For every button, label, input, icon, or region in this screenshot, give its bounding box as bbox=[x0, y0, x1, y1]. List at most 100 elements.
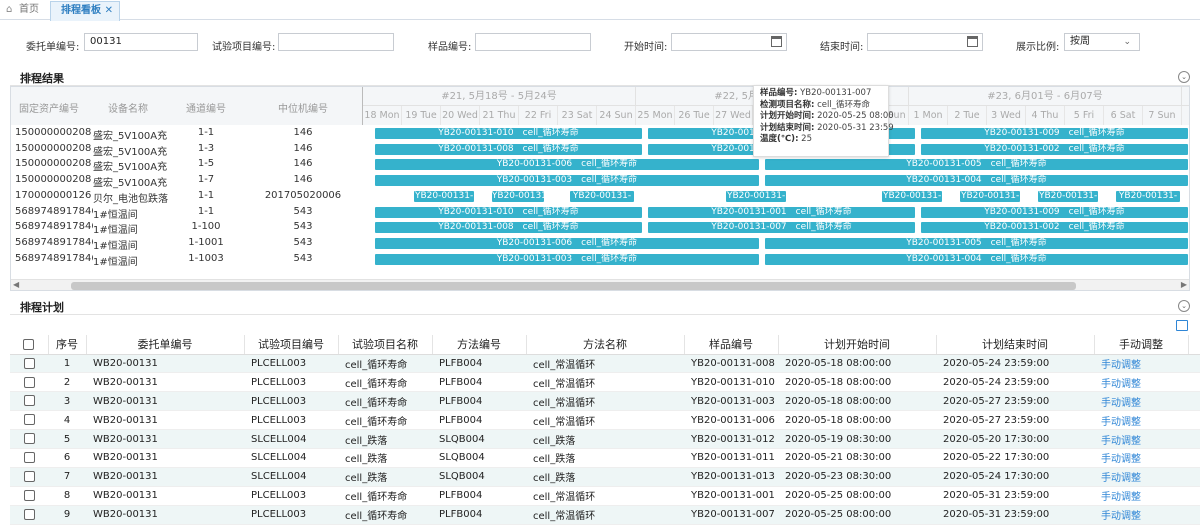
table-cell: 2020-05-18 08:00:00 bbox=[778, 354, 936, 374]
gantt-bar[interactable]: YB20-00131-005 cell_循环寿命 bbox=[764, 159, 1188, 171]
gantt-cell-asset: 150000000208 bbox=[15, 158, 92, 170]
table-row[interactable]: 3 WB20-00131 PLCELL003 cell_循环寿命 PLFB004 cell… bbox=[10, 391, 1200, 412]
gantt-bar[interactable]: YB20-00131-009 cell_循环寿命 bbox=[920, 128, 1188, 139]
gantt-row[interactable]: 150000000208 盛宏_5V100A充 1-1 146 bbox=[11, 126, 363, 142]
gantt-bar[interactable]: YB20-00131- bbox=[881, 190, 943, 202]
end-time-input[interactable] bbox=[867, 33, 983, 51]
row-select[interactable] bbox=[10, 448, 48, 468]
gantt-bar[interactable]: YB20-00131-002 cell_循环寿命 bbox=[920, 222, 1188, 234]
row-select[interactable] bbox=[10, 467, 48, 487]
gantt-bar[interactable]: YB20-00131-001 cell_循环寿命 bbox=[647, 206, 915, 218]
gantt-bar[interactable]: YB20-00131-003 cell_循环寿命 bbox=[374, 175, 759, 187]
tab-schedule-board[interactable]: 排程看板 ✕ bbox=[50, 1, 120, 21]
row-checkbox[interactable] bbox=[23, 395, 35, 407]
row-checkbox[interactable] bbox=[23, 376, 35, 388]
gantt-bar[interactable]: YB20-00131-002 cell_循环寿命 bbox=[920, 143, 1188, 155]
row-select[interactable] bbox=[10, 372, 48, 393]
table-row[interactable]: 1 WB20-00131 PLCELL003 cell_循环寿命 PLFB004 cell… bbox=[10, 354, 1200, 374]
collapse-icon[interactable]: ⌄ bbox=[1178, 300, 1190, 312]
select-all[interactable] bbox=[10, 335, 49, 355]
row-checkbox[interactable] bbox=[23, 414, 35, 426]
gantt-row[interactable]: 150000000208 盛宏_5V100A充 1-7 146 bbox=[11, 173, 363, 189]
row-checkbox[interactable] bbox=[23, 471, 35, 483]
row-checkbox[interactable] bbox=[23, 489, 35, 501]
table-cell: 7 bbox=[48, 467, 86, 487]
order-input[interactable]: 00131 bbox=[84, 33, 198, 51]
calendar-icon[interactable] bbox=[967, 36, 978, 47]
gantt-row[interactable]: 5689748917846 1#恒温间 1-1 543 bbox=[11, 205, 363, 221]
manual-adjust-link[interactable]: 手动调整 bbox=[1101, 492, 1141, 503]
manual-adjust-link[interactable]: 手动调整 bbox=[1101, 511, 1141, 522]
row-select[interactable] bbox=[10, 505, 48, 525]
gantt-row[interactable]: 5689748917846 1#恒温间 1-100 543 bbox=[11, 220, 363, 236]
table-row[interactable]: 4 WB20-00131 PLCELL003 cell_循环寿命 PLFB004 cell… bbox=[10, 410, 1200, 431]
row-checkbox[interactable] bbox=[23, 452, 35, 464]
calendar-icon[interactable] bbox=[771, 36, 782, 47]
gantt-bar[interactable]: YB20-00131- bbox=[413, 190, 475, 202]
table-row[interactable]: 9 WB20-00131 PLCELL003 cell_循环寿命 PLFB004 cell… bbox=[10, 505, 1200, 525]
manual-adjust-link[interactable]: 手动调整 bbox=[1101, 454, 1141, 465]
row-checkbox[interactable] bbox=[23, 357, 35, 369]
gantt-bar[interactable]: YB20-00131-005 cell_循环寿命 bbox=[764, 237, 1188, 249]
gantt-bar[interactable]: YB20-00131-003 cell_循环寿命 bbox=[374, 253, 759, 265]
scroll-left-icon[interactable]: ◀ bbox=[13, 280, 19, 289]
scroll-right-icon[interactable]: ▶ bbox=[1181, 280, 1187, 289]
horizontal-scrollbar[interactable]: ◀ ▶ bbox=[11, 279, 1189, 290]
row-select[interactable] bbox=[10, 354, 48, 374]
gantt-bar[interactable]: YB20-00131-004 cell_循环寿命 bbox=[764, 253, 1188, 265]
gantt-bar[interactable]: YB20-00131-009 cell_循环寿命 bbox=[920, 206, 1188, 218]
gantt-bar[interactable]: YB20-00131- bbox=[725, 190, 787, 202]
manual-adjust-link[interactable]: 手动调整 bbox=[1101, 398, 1141, 409]
table-row[interactable]: 7 WB20-00131 SLCELL004 cell_跌落 SLQB004 cell_跌… bbox=[10, 467, 1200, 487]
row-select[interactable] bbox=[10, 486, 48, 506]
gantt-bar[interactable]: YB20-00131-008 cell_循环寿命 bbox=[374, 222, 642, 234]
start-time-input[interactable] bbox=[671, 33, 787, 51]
gantt-bar[interactable]: YB20-00131- bbox=[959, 190, 1021, 202]
row-select[interactable] bbox=[10, 429, 48, 449]
td-index: 3 bbox=[63, 395, 71, 407]
gantt-row[interactable]: 5689748917846 1#恒温间 1-1001 543 bbox=[11, 236, 363, 252]
scroll-thumb[interactable] bbox=[71, 282, 1076, 290]
gantt-bar[interactable]: YB20-00131- bbox=[491, 190, 545, 202]
row-select[interactable] bbox=[10, 391, 48, 412]
gantt-row[interactable]: 150000000208 盛宏_5V100A充 1-3 146 bbox=[11, 142, 363, 158]
table-cell: cell_循环寿命 bbox=[338, 354, 432, 374]
gantt-bar[interactable]: YB20-00131-006 cell_循环寿命 bbox=[374, 159, 759, 171]
table-row[interactable]: 8 WB20-00131 PLCELL003 cell_循环寿命 PLFB004 cell… bbox=[10, 486, 1200, 506]
scale-select[interactable]: 按周 ⌄ bbox=[1064, 33, 1140, 51]
select-all-checkbox[interactable] bbox=[23, 339, 35, 351]
manual-adjust-link[interactable]: 手动调整 bbox=[1101, 417, 1141, 428]
gantt-bar[interactable]: YB20-00131-010 cell_循环寿命 bbox=[374, 206, 642, 218]
table-row[interactable]: 2 WB20-00131 PLCELL003 cell_循环寿命 PLFB004 cell… bbox=[10, 372, 1200, 393]
gantt-bar[interactable]: YB20-00131-004 cell_循环寿命 bbox=[764, 175, 1188, 187]
row-select[interactable] bbox=[10, 410, 48, 431]
gantt-bar[interactable]: YB20-00131-006 cell_循环寿命 bbox=[374, 237, 759, 249]
manual-adjust-link[interactable]: 手动调整 bbox=[1101, 379, 1141, 390]
row-checkbox[interactable] bbox=[23, 433, 35, 445]
test-item-input[interactable] bbox=[278, 33, 394, 51]
gantt-bar[interactable]: YB20-00131- bbox=[1037, 190, 1099, 202]
gantt-bar[interactable]: YB20-00131-008 cell_循环寿命 bbox=[374, 143, 642, 155]
manual-adjust-link[interactable]: 手动调整 bbox=[1101, 436, 1141, 447]
gantt-bar[interactable]: YB20-00131- bbox=[1115, 190, 1181, 202]
manual-adjust-link[interactable]: 手动调整 bbox=[1101, 473, 1141, 484]
table-row[interactable]: 5 WB20-00131 SLCELL004 cell_跌落 SLQB004 cell_跌… bbox=[10, 429, 1200, 449]
gantt-row[interactable]: 5689748917846 1#恒温间 1-1003 543 bbox=[11, 252, 363, 268]
gantt-bar[interactable]: YB20-00131-010 cell_循环寿命 bbox=[374, 128, 642, 139]
collapse-icon[interactable]: ⌄ bbox=[1178, 71, 1190, 83]
export-icon[interactable] bbox=[1176, 320, 1188, 331]
gantt-row[interactable]: 150000000208 盛宏_5V100A充 1-5 146 bbox=[11, 157, 363, 173]
gantt-row[interactable]: 170000000126 贝尔_电池包跌落 1-1 201705020006 bbox=[11, 189, 363, 205]
day-header: 20 Wed bbox=[441, 106, 480, 125]
gantt-bar[interactable]: YB20-00131- bbox=[569, 190, 635, 202]
td-order: WB20-00131 bbox=[93, 490, 158, 502]
row-checkbox[interactable] bbox=[23, 508, 35, 520]
tab-home[interactable]: ⌂ 首页 bbox=[0, 0, 50, 20]
gantt-panel-header: 排程结果 ⌄ bbox=[10, 70, 1190, 86]
close-icon[interactable]: ✕ bbox=[105, 2, 113, 20]
gantt-bar[interactable]: YB20-00131-007 cell_循环寿命 bbox=[647, 222, 915, 234]
manual-adjust-link[interactable]: 手动调整 bbox=[1101, 360, 1141, 371]
sample-input[interactable] bbox=[475, 33, 591, 51]
table-cell: WB20-00131 bbox=[86, 448, 244, 468]
table-row[interactable]: 6 WB20-00131 SLCELL004 cell_跌落 SLQB004 cell_跌… bbox=[10, 448, 1200, 468]
